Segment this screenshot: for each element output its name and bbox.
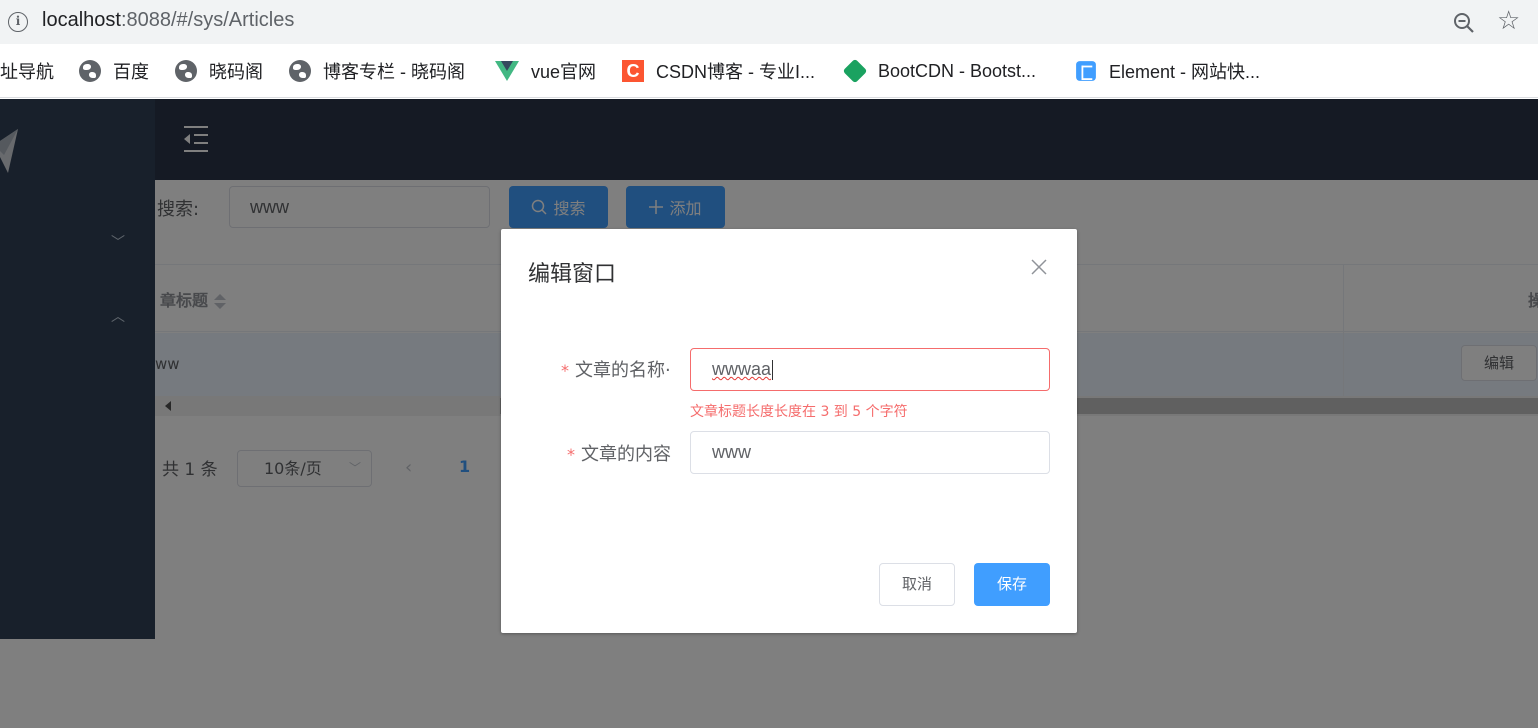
address-bar[interactable]: i localhost:8088/#/sys/Articles ☆ [0, 0, 1538, 44]
dialog-title: 编辑窗口 [528, 262, 617, 287]
bookmark-star-icon[interactable]: ☆ [1497, 8, 1520, 34]
required-mark: * [567, 445, 575, 464]
globe-icon [175, 60, 197, 82]
bookmarks-bar: 址导航 百度 晓码阁 博客专栏 - 晓码阁 vue官网 C CSDN博客 - 专业… [0, 44, 1538, 98]
bookmark-item[interactable]: vue官网 [495, 58, 596, 84]
content-field[interactable]: www [690, 431, 1050, 474]
element-icon [1076, 61, 1096, 81]
bookmark-item[interactable]: 晓码阁 [175, 58, 263, 84]
name-error-message: 文章标题长度长度在 3 到 5 个字符 [690, 404, 908, 420]
bookmark-item[interactable]: 址导航 [0, 58, 54, 84]
close-icon[interactable] [1029, 257, 1049, 277]
vue-icon [495, 61, 519, 81]
globe-icon [289, 60, 311, 82]
bookmark-item[interactable]: C CSDN博客 - 专业I... [622, 58, 815, 84]
save-button[interactable]: 保存 [974, 563, 1050, 606]
cancel-button[interactable]: 取消 [879, 563, 955, 606]
edit-dialog: 编辑窗口 * 文章的名称· wwwaa 文章标题长度长度在 3 到 5 个字符 *… [501, 229, 1077, 633]
required-mark: * [561, 361, 569, 380]
csdn-icon: C [622, 60, 644, 82]
site-info-icon[interactable]: i [8, 12, 28, 32]
text-caret [772, 360, 774, 381]
name-field[interactable]: wwwaa [690, 348, 1050, 391]
bookmark-item[interactable]: Element - 网站快... [1075, 58, 1260, 84]
bookmark-item[interactable]: 百度 [79, 58, 149, 84]
bookmark-item[interactable]: 博客专栏 - 晓码阁 [289, 58, 465, 84]
globe-icon [79, 60, 101, 82]
bootcdn-icon [842, 58, 868, 84]
bookmark-item[interactable]: BootCDN - Bootst... [842, 58, 1036, 84]
zoom-icon[interactable] [1452, 11, 1476, 35]
content-label: * 文章的内容 [567, 444, 671, 465]
url-text[interactable]: localhost:8088/#/sys/Articles [42, 9, 294, 32]
name-label: * 文章的名称· [561, 360, 671, 381]
